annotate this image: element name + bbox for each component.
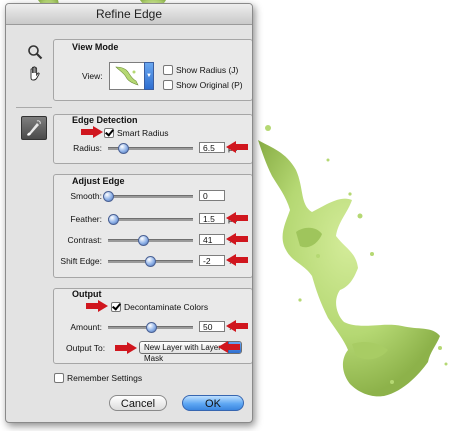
refine-radius-brush-button[interactable] xyxy=(21,116,47,140)
view-dropdown-arrow-icon[interactable]: ▼ xyxy=(144,62,154,90)
smooth-slider[interactable] xyxy=(103,191,193,202)
slider-knob[interactable] xyxy=(103,191,114,202)
feather-slider[interactable] xyxy=(108,214,193,225)
feather-label: Feather: xyxy=(70,214,102,224)
refine-edge-dialog: Refine Edge View Mode View: ▼ Show Radiu… xyxy=(5,3,253,423)
slider-track xyxy=(108,218,193,221)
show-original-label: Show Original (P) xyxy=(176,80,243,90)
slider-knob[interactable] xyxy=(118,143,130,154)
decontaminate-colors-label: Decontaminate Colors xyxy=(124,302,209,312)
radius-arrow-icon xyxy=(226,141,248,153)
smart-radius-arrow-icon xyxy=(81,126,103,138)
slider-knob[interactable] xyxy=(144,256,156,267)
feather-field[interactable]: 1.5 xyxy=(199,213,225,224)
shift-edge-field[interactable]: -2 xyxy=(199,255,225,266)
smart-radius-checkbox[interactable] xyxy=(104,128,114,138)
smart-radius-label: Smart Radius xyxy=(117,128,169,138)
show-radius-label: Show Radius (J) xyxy=(176,65,239,75)
dialog-title: Refine Edge xyxy=(6,4,252,25)
view-thumbnail[interactable] xyxy=(109,62,146,90)
shift-edge-arrow-icon xyxy=(226,254,248,266)
slider-knob[interactable] xyxy=(137,235,149,246)
radius-label: Radius: xyxy=(73,143,102,153)
adjust-edge-heading: Adjust Edge xyxy=(72,176,125,186)
amount-label: Amount: xyxy=(70,322,102,332)
amount-arrow-icon xyxy=(226,320,248,332)
slider-knob[interactable] xyxy=(145,322,157,333)
contrast-arrow-icon xyxy=(226,233,248,245)
zoom-tool-icon[interactable] xyxy=(27,44,43,60)
contrast-field[interactable]: 41 xyxy=(199,234,225,245)
contrast-label: Contrast: xyxy=(67,235,103,245)
radius-field[interactable]: 6.5 xyxy=(199,142,225,153)
slider-knob[interactable] xyxy=(108,214,120,225)
decontaminate-arrow-icon xyxy=(86,300,108,312)
view-label: View: xyxy=(82,71,103,81)
amount-field[interactable]: 50 xyxy=(199,321,225,332)
feather-arrow-icon xyxy=(226,212,248,224)
select-arrow-annotation-icon xyxy=(218,341,240,353)
smooth-field[interactable]: 0 xyxy=(199,190,225,201)
slider-track xyxy=(108,239,193,242)
output-heading: Output xyxy=(72,289,102,299)
decontaminate-colors-checkbox[interactable] xyxy=(111,302,121,312)
slider-track xyxy=(108,195,193,198)
shift-edge-slider[interactable] xyxy=(108,256,193,267)
refine-radius-brush-icon xyxy=(27,120,41,136)
show-radius-checkbox[interactable] xyxy=(163,65,173,75)
output-to-arrow-icon xyxy=(115,342,137,354)
view-preview-icon xyxy=(115,66,139,86)
hand-tool-icon[interactable] xyxy=(27,65,43,81)
contrast-slider[interactable] xyxy=(108,235,193,246)
tool-divider xyxy=(16,107,52,108)
edge-detection-heading: Edge Detection xyxy=(72,115,138,125)
shift-edge-label: Shift Edge: xyxy=(60,256,102,266)
show-original-checkbox[interactable] xyxy=(163,80,173,90)
radius-slider[interactable] xyxy=(108,143,193,154)
remember-settings-checkbox[interactable] xyxy=(54,373,64,383)
smooth-label: Smooth: xyxy=(70,191,102,201)
remember-settings-label: Remember Settings xyxy=(67,373,143,383)
ok-button[interactable]: OK xyxy=(182,395,244,411)
view-mode-heading: View Mode xyxy=(72,42,119,52)
amount-slider[interactable] xyxy=(108,322,193,333)
cancel-button[interactable]: Cancel xyxy=(109,395,167,411)
